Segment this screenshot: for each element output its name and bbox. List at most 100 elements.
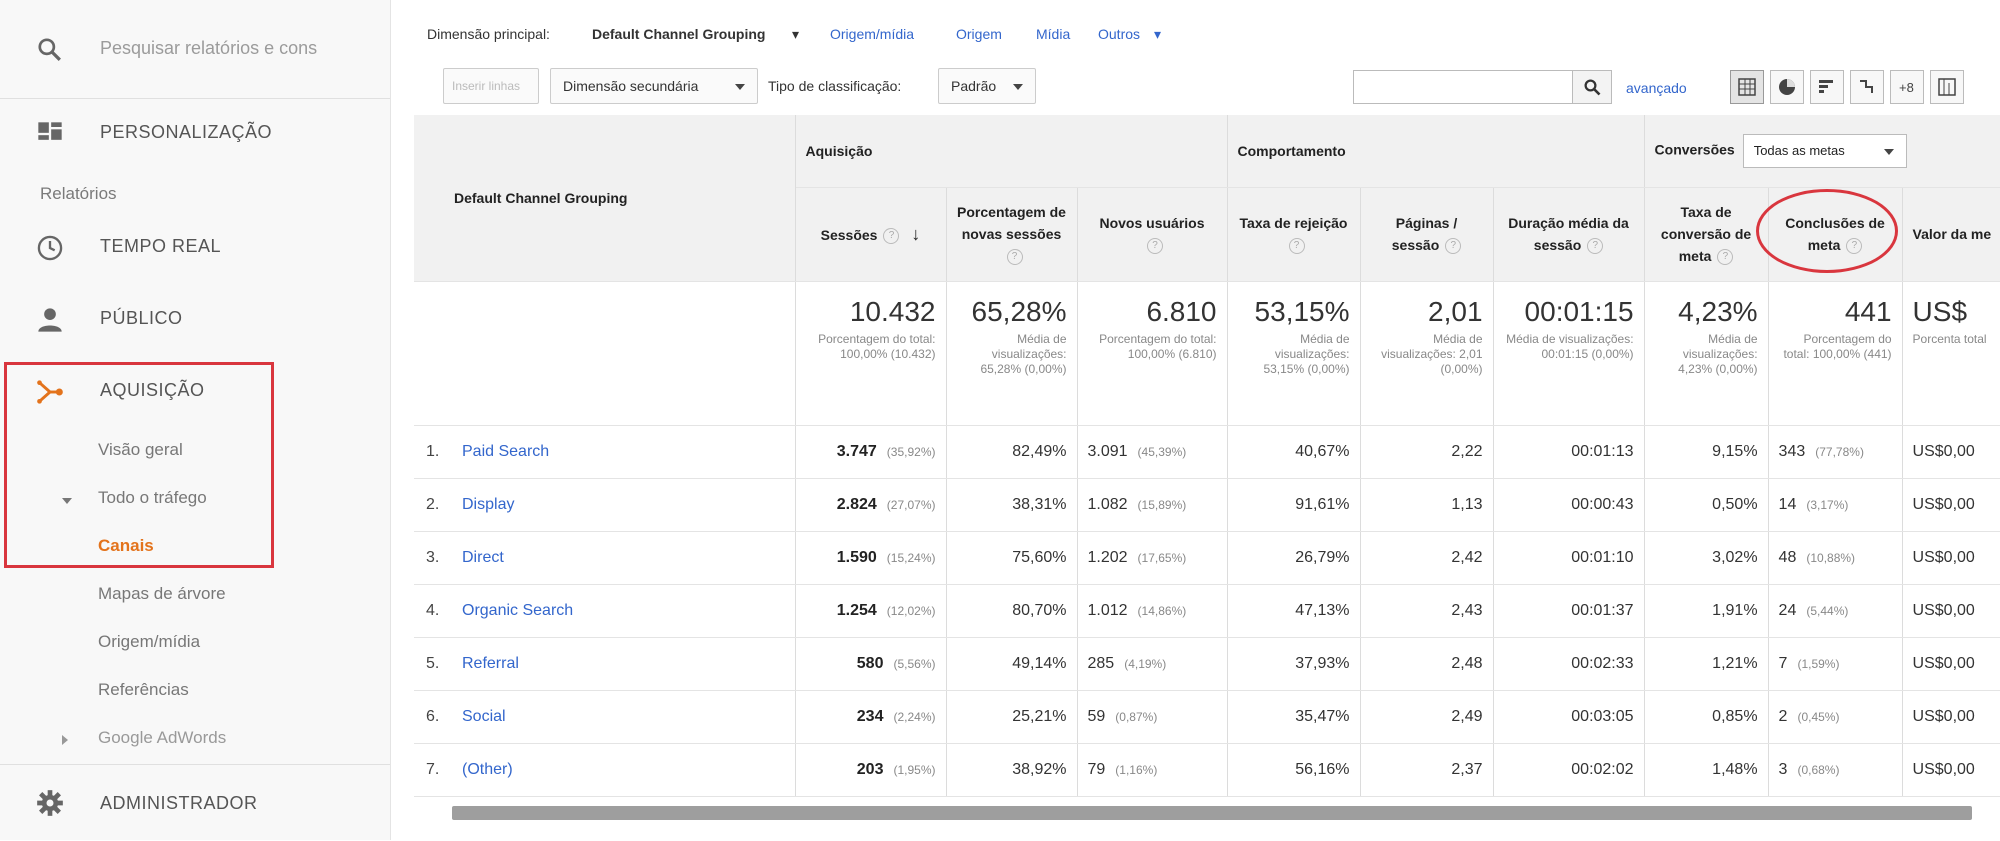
dimension-value[interactable]: Default Channel Grouping xyxy=(592,26,765,42)
sidebar-item-publico[interactable]: PÚBLICO xyxy=(0,284,390,354)
goals-cell: 24 (5,44%) xyxy=(1768,584,1903,638)
col-label: Valor da me xyxy=(1912,226,1992,242)
channel-link[interactable]: Display xyxy=(462,496,514,513)
col-paginas-sessao[interactable]: Páginas / sessão? xyxy=(1360,187,1494,282)
sidebar-item-admin[interactable]: ADMINISTRADOR xyxy=(0,764,390,841)
col-valor-meta[interactable]: Valor da me xyxy=(1902,187,2000,282)
sidebar-item-label: PÚBLICO xyxy=(100,308,183,328)
row-index: 1. xyxy=(426,442,440,460)
sidebar: Pesquisar relatórios e cons PERSONALIZAÇ… xyxy=(0,0,391,840)
sidebar-item-adwords[interactable]: Google AdWords xyxy=(98,728,226,748)
conversion-cell: 1,48% xyxy=(1644,743,1769,797)
highlight-box xyxy=(4,362,274,568)
total-value: 2,01 xyxy=(1428,295,1483,327)
total-sub: Porcentagem do total: 100,00% (6.810) xyxy=(1099,331,1217,361)
row-index: 4. xyxy=(426,601,440,619)
sort-arrow-icon[interactable]: ↓ xyxy=(911,224,920,244)
channel-link[interactable]: Direct xyxy=(462,549,504,566)
help-icon[interactable]: ? xyxy=(1587,238,1604,255)
col-duracao[interactable]: Duração média da sessão? xyxy=(1493,187,1645,282)
help-icon[interactable]: ? xyxy=(1006,249,1023,266)
table-search-input[interactable] xyxy=(1353,70,1573,104)
sidebar-item-mapas[interactable]: Mapas de árvore xyxy=(98,584,226,604)
sidebar-item-referencias[interactable]: Referências xyxy=(98,680,189,700)
new-users-cell: 1.082 (15,89%) xyxy=(1077,478,1228,532)
value-cell: US$0,00 xyxy=(1902,690,2000,744)
total-sub: Média de visualizações: 53,15% (0,00%) xyxy=(1263,331,1350,376)
total-value: 65,28% xyxy=(971,295,1067,327)
view-bar-button[interactable] xyxy=(1810,70,1844,104)
new-users-pct: (1,16%) xyxy=(1115,762,1158,777)
channel-link[interactable]: (Other) xyxy=(462,761,513,778)
value-cell: US$0,00 xyxy=(1902,743,2000,797)
total-value: 10.432 xyxy=(849,295,936,327)
pages-cell: 2,48 xyxy=(1360,637,1494,691)
sessions-cell: 580 (5,56%) xyxy=(795,637,947,691)
help-icon[interactable]: ? xyxy=(1288,238,1305,255)
term-cloud-icon: +8 xyxy=(1899,80,1914,95)
col-novas-sessoes[interactable]: Porcentagem de novas sessões? xyxy=(946,187,1078,282)
header-channel[interactable]: Default Channel Grouping xyxy=(414,115,796,282)
view-term-cloud-button[interactable]: +8 xyxy=(1890,70,1924,104)
total-sub: Média de visualizações: 2,01 (0,00%) xyxy=(1381,331,1483,376)
sidebar-item-origem-midia[interactable]: Origem/mídia xyxy=(98,632,200,652)
channel-link[interactable]: Referral xyxy=(462,655,519,672)
sidebar-item-tempo-real[interactable]: TEMPO REAL xyxy=(0,212,390,282)
channel-link[interactable]: Social xyxy=(462,708,506,725)
total-sub: Porcenta total xyxy=(1912,331,1987,346)
search-icon xyxy=(38,38,61,61)
group-aquisicao: Aquisição xyxy=(795,115,1228,188)
total-value: US$ xyxy=(1912,295,1968,327)
total-value: 6.810 xyxy=(1146,295,1217,327)
link-midia[interactable]: Mídia xyxy=(1036,26,1070,42)
col-novos-usuarios[interactable]: Novos usuários? xyxy=(1077,187,1228,282)
channel-link[interactable]: Paid Search xyxy=(462,443,549,460)
view-pivot-button[interactable] xyxy=(1930,70,1964,104)
sessions-value: 3.747 xyxy=(836,442,877,460)
sessions-value: 1.590 xyxy=(836,548,877,566)
help-icon[interactable]: ? xyxy=(1147,238,1163,255)
new-users-value: 79 xyxy=(1087,760,1106,778)
total-cell: 53,15% Média de visualizações: 53,15% (0,… xyxy=(1227,281,1361,426)
help-icon[interactable]: ? xyxy=(1717,249,1734,266)
tipo-classificacao-select[interactable]: Padrão xyxy=(938,68,1036,104)
expand-right-icon[interactable] xyxy=(62,735,68,745)
table-search-button[interactable] xyxy=(1572,70,1612,104)
goals-pct: (0,45%) xyxy=(1797,709,1840,724)
link-origem[interactable]: Origem xyxy=(956,26,1002,42)
horizontal-scrollbar[interactable] xyxy=(452,806,1972,820)
table-row: 7. (Other) 203 (1,95%) 38,92% 79 (1,16%) 56,16%… xyxy=(414,743,2000,797)
bounce-cell: 37,93% xyxy=(1227,637,1361,691)
bounce-cell: 56,16% xyxy=(1227,743,1361,797)
dashboard-icon xyxy=(38,122,62,140)
chevron-down-icon: ▾ xyxy=(1154,26,1162,42)
col-sessoes[interactable]: Sessões? ↓ xyxy=(795,187,947,282)
duration-cell: 00:01:37 xyxy=(1493,584,1645,638)
total-value: 00:01:15 xyxy=(1524,295,1634,327)
person-icon xyxy=(38,308,62,332)
group-conversoes: Conversões Todas as metas xyxy=(1644,115,2000,188)
metas-select[interactable]: Todas as metas xyxy=(1742,133,1907,168)
help-icon[interactable]: ? xyxy=(1445,238,1462,255)
link-outros[interactable]: Outros xyxy=(1098,26,1140,42)
dimensao-secundaria-select[interactable]: Dimensão secundária xyxy=(550,68,758,104)
row-index: 3. xyxy=(426,548,440,566)
pages-cell: 2,37 xyxy=(1360,743,1494,797)
col-label: Taxa de rejeição xyxy=(1239,215,1348,231)
channel-link[interactable]: Organic Search xyxy=(462,602,573,619)
sidebar-item-personalizacao[interactable]: PERSONALIZAÇÃO xyxy=(0,98,390,168)
view-compare-button[interactable] xyxy=(1850,70,1884,104)
view-table-button[interactable] xyxy=(1730,70,1764,104)
col-taxa-rejeicao[interactable]: Taxa de rejeição? xyxy=(1227,187,1361,282)
sidebar-search[interactable]: Pesquisar relatórios e cons xyxy=(0,0,390,99)
link-origem-midia[interactable]: Origem/mídia xyxy=(830,26,914,42)
sessions-cell: 1.590 (15,24%) xyxy=(795,531,947,585)
avancado-link[interactable]: avançado xyxy=(1626,80,1687,96)
new-users-value: 3.091 xyxy=(1087,442,1128,460)
inserir-linhas-button[interactable]: Inserir linhas xyxy=(443,68,539,104)
view-pie-button[interactable] xyxy=(1770,70,1804,104)
col-taxa-conversao[interactable]: Taxa de conversão de meta? xyxy=(1644,187,1769,282)
search-input[interactable]: Pesquisar relatórios e cons xyxy=(100,38,317,59)
goals-value: 3 xyxy=(1778,760,1788,778)
help-icon[interactable]: ? xyxy=(883,227,900,244)
